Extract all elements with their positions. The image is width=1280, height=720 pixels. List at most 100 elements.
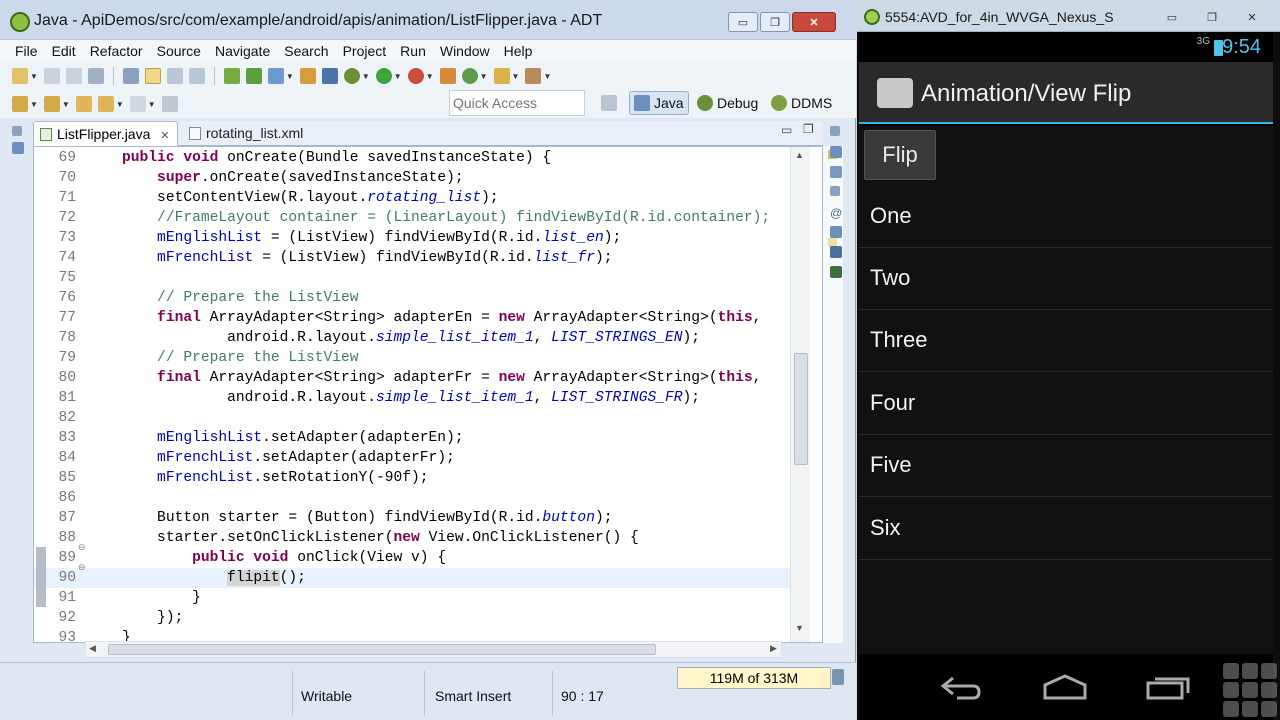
show-whitespace-icon[interactable] <box>188 68 205 84</box>
chevron-down-icon[interactable]: ▼ <box>362 72 370 81</box>
scroll-up-icon[interactable]: ▲ <box>795 150 804 160</box>
list-item[interactable]: Three <box>859 310 1273 372</box>
external-tools-icon[interactable] <box>407 68 424 84</box>
chevron-down-icon[interactable]: ▼ <box>286 72 294 81</box>
list-item[interactable]: Five <box>859 435 1273 497</box>
save-icon[interactable] <box>43 68 60 84</box>
emulator-titlebar: 5554:AVD_for_4in_WVGA_Nexus_S ▭ ❐ ✕ <box>857 0 1280 32</box>
scroll-down-icon[interactable]: ▼ <box>795 623 804 633</box>
close-button[interactable]: ✕ <box>792 12 836 32</box>
pin-editor-icon[interactable] <box>161 96 178 112</box>
avd-manager-icon[interactable] <box>245 68 262 84</box>
menu-file[interactable]: File <box>15 43 38 59</box>
restore-view-icon[interactable] <box>12 126 22 136</box>
previous-annotation-icon[interactable] <box>43 96 60 112</box>
flip-button[interactable]: Flip <box>864 130 936 180</box>
android-sdk-manager-icon[interactable] <box>223 68 240 84</box>
lint-check-icon[interactable] <box>267 68 284 84</box>
tab-rotating-list-xml[interactable]: rotating_list.xml <box>183 121 371 146</box>
chevron-down-icon[interactable]: ▼ <box>116 100 124 109</box>
list-item[interactable]: Six <box>859 498 1273 560</box>
home-icon[interactable] <box>1042 674 1088 700</box>
menu-window[interactable]: Window <box>440 43 490 59</box>
menu-help[interactable]: Help <box>504 43 533 59</box>
left-trim <box>10 124 28 164</box>
list-item[interactable]: Two <box>859 248 1273 310</box>
tab-listflipper-java[interactable]: ListFlipper.java ✕ <box>33 121 178 146</box>
new-icon[interactable] <box>12 68 28 84</box>
open-folder-icon[interactable] <box>493 68 510 84</box>
task-list-icon[interactable] <box>830 166 842 178</box>
open-type-icon[interactable] <box>122 68 139 84</box>
restore-button[interactable]: ❐ <box>760 12 790 32</box>
restore-view-icon[interactable] <box>830 186 840 196</box>
chevron-down-icon[interactable]: ▼ <box>480 72 488 81</box>
maximize-editor-icon[interactable]: ❐ <box>803 122 814 136</box>
menu-search[interactable]: Search <box>284 43 328 59</box>
trash-icon[interactable] <box>832 669 844 685</box>
save-all-icon[interactable] <box>65 68 82 84</box>
perspective-debug[interactable]: Debug <box>693 91 762 115</box>
new-java-package-icon[interactable] <box>439 68 456 84</box>
declaration-icon[interactable] <box>830 226 842 238</box>
back-arrow-icon[interactable] <box>97 96 114 112</box>
menu-refactor[interactable]: Refactor <box>90 43 143 59</box>
minimize-button[interactable]: ▭ <box>1153 7 1191 27</box>
menu-edit[interactable]: Edit <box>52 43 76 59</box>
minimize-editor-icon[interactable]: ▭ <box>781 123 792 137</box>
chevron-down-icon[interactable]: ▼ <box>148 100 156 109</box>
vertical-scroll-thumb[interactable] <box>794 353 808 465</box>
minimize-button[interactable]: ▭ <box>728 12 758 32</box>
code-line: 69 public void onCreate(Bundle savedInst… <box>58 150 552 166</box>
javadoc-icon[interactable]: @ <box>830 206 846 220</box>
menu-project[interactable]: Project <box>343 43 387 59</box>
code-editor[interactable]: 69 public void onCreate(Bundle savedInst… <box>33 146 823 643</box>
logcat-icon[interactable] <box>830 266 842 278</box>
close-tab-icon[interactable]: ✕ <box>160 130 169 142</box>
chevron-down-icon[interactable]: ▼ <box>543 72 551 81</box>
recents-icon[interactable] <box>1145 674 1191 700</box>
chevron-down-icon[interactable]: ▼ <box>30 100 38 109</box>
chevron-down-icon[interactable]: ▼ <box>30 72 38 81</box>
run-icon[interactable] <box>375 68 392 84</box>
scroll-right-icon[interactable]: ▶ <box>770 643 777 654</box>
restore-button[interactable]: ❐ <box>1193 7 1231 27</box>
restore-view-icon[interactable] <box>830 126 840 136</box>
list-item[interactable]: One <box>859 186 1273 248</box>
menu-navigate[interactable]: Navigate <box>215 43 270 59</box>
chevron-down-icon[interactable]: ▼ <box>394 72 402 81</box>
last-edit-location-icon[interactable] <box>75 96 92 112</box>
list-item[interactable]: Four <box>859 373 1273 435</box>
print-icon[interactable] <box>87 68 104 84</box>
menu-run[interactable]: Run <box>400 43 426 59</box>
new-java-class-icon[interactable] <box>461 68 478 84</box>
chevron-down-icon[interactable]: ▼ <box>512 72 520 81</box>
fold-collapse-icon[interactable]: ⊖ <box>78 562 86 573</box>
heap-status[interactable]: 119M of 313M <box>677 667 831 689</box>
mark-occurrences-icon[interactable] <box>144 68 161 84</box>
close-button[interactable]: ✕ <box>1233 7 1271 27</box>
skip-breakpoints-icon[interactable] <box>321 68 338 84</box>
open-task-icon[interactable] <box>525 68 542 84</box>
horizontal-scroll-thumb[interactable] <box>108 644 656 655</box>
horizontal-scrollbar[interactable]: ◀ ▶ <box>85 641 782 658</box>
perspective-ddms[interactable]: DDMS <box>767 91 836 115</box>
block-selection-icon[interactable] <box>166 68 183 84</box>
next-annotation-icon[interactable] <box>12 96 28 112</box>
vertical-scrollbar[interactable]: ▲ ▼ <box>790 147 810 642</box>
package-explorer-icon[interactable] <box>12 142 24 154</box>
chevron-down-icon[interactable]: ▼ <box>426 72 434 81</box>
new-android-project-icon[interactable] <box>299 68 316 84</box>
menu-source[interactable]: Source <box>157 43 201 59</box>
fold-collapse-icon[interactable]: ⊖ <box>78 542 86 553</box>
open-perspective-icon[interactable] <box>601 95 617 111</box>
scroll-left-icon[interactable]: ◀ <box>89 643 96 654</box>
perspective-java[interactable]: Java <box>629 91 689 115</box>
console-icon[interactable] <box>830 246 842 258</box>
quick-access-input[interactable] <box>449 90 585 116</box>
outline-icon[interactable] <box>830 146 842 158</box>
chevron-down-icon[interactable]: ▼ <box>62 100 70 109</box>
back-icon[interactable] <box>939 674 983 700</box>
debug-icon[interactable] <box>343 68 360 84</box>
forward-arrow-icon[interactable] <box>129 96 146 112</box>
